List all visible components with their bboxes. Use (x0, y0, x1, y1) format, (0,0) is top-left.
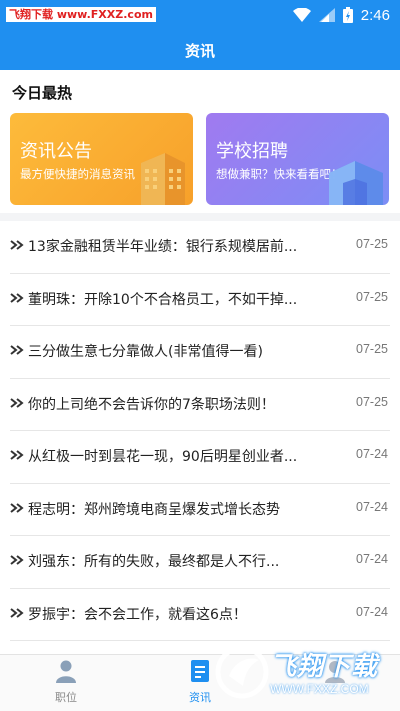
double-arrow-icon (10, 240, 24, 250)
watermark-logo-text: 飞翔下载 (270, 652, 379, 682)
double-arrow-icon (10, 345, 24, 355)
news-date: 07-24 (356, 604, 388, 619)
battery-icon (342, 7, 353, 23)
news-date: 07-24 (356, 499, 388, 514)
double-arrow-icon (10, 397, 24, 408)
news-title: 从红极一时到昙花一现，90后明星创业者... (28, 449, 298, 465)
news-date: 07-25 (356, 342, 388, 356)
list-item[interactable]: 从红极一时到昙花一现，90后明星创业者... 07-24 (10, 431, 390, 484)
news-title: 董明珠：开除10个不合格员工，不如干掉... (28, 291, 298, 308)
card-title: 资讯公告 (20, 141, 92, 162)
tab-jobs[interactable]: 职位 (36, 659, 96, 705)
double-arrow-icon (10, 502, 24, 513)
watermark-logo: 飞翔下载 WWW.FXXZ.COM (215, 638, 395, 708)
clock: 2:46 (360, 6, 390, 24)
list-item[interactable]: 13家金融租赁半年业绩：银行系规模居前... 07-25 (10, 221, 390, 274)
news-title: 程志明：郑州跨境电商呈爆发式增长态势 (28, 501, 280, 518)
tab-label: 职位 (55, 691, 77, 704)
signal-icon (318, 8, 335, 22)
news-date: 07-25 (356, 237, 388, 251)
news-announcement-card[interactable]: 资讯公告 最方便快捷的消息资讯 (10, 113, 193, 205)
office-building-icon (329, 161, 383, 205)
news-date: 07-24 (356, 447, 388, 461)
news-date: 07-24 (356, 552, 388, 566)
card-title: 学校招聘 (216, 141, 288, 162)
news-title: 13家金融租赁半年业绩：银行系规模居前... (28, 239, 298, 255)
list-item[interactable]: 刘强东：所有的失败，最终都是人不行... 07-24 (10, 536, 390, 589)
news-date: 07-25 (356, 289, 388, 304)
page-title: 资讯 (184, 41, 215, 60)
watermark-logo-url: WWW.FXXZ.COM (270, 682, 369, 696)
news-title: 你的上司绝不会告诉你的7条职场法则！ (28, 396, 275, 413)
section-title: 今日最热 (12, 84, 73, 102)
school-recruitment-card[interactable]: 学校招聘 想做兼职？快来看看吧！ (206, 113, 389, 205)
app-header: 资讯 (0, 30, 400, 70)
news-title: 罗振宇：会不会工作，就看这6点！ (28, 606, 247, 623)
news-list: 13家金融租赁半年业绩：银行系规模居前... 07-25 董明珠：开除10个不合… (0, 221, 400, 641)
wifi-icon (292, 8, 311, 22)
news-title: 三分做生意七分靠做人(非常值得一看) (28, 344, 263, 360)
double-arrow-icon (10, 450, 24, 460)
list-item[interactable]: 董明珠：开除10个不合格员工，不如干掉... 07-25 (10, 274, 390, 326)
list-item[interactable]: 你的上司绝不会告诉你的7条职场法则！ 07-25 (10, 379, 390, 431)
document-icon (191, 660, 209, 682)
list-item[interactable]: 三分做生意七分靠做人(非常值得一看) 07-25 (10, 326, 390, 379)
card-subtitle: 最方便快捷的消息资讯 (20, 167, 135, 181)
status-icons: 2:46 (292, 5, 390, 25)
logo-icon (215, 645, 269, 699)
double-arrow-icon (10, 555, 24, 565)
double-arrow-icon (10, 292, 24, 303)
list-item[interactable]: 罗振宇：会不会工作，就看这6点！ 07-24 (10, 589, 390, 641)
section-divider (0, 213, 400, 221)
person-icon (56, 660, 76, 683)
news-date: 07-25 (356, 394, 388, 409)
status-bar: 飞翔下载 www.FXXZ.com 2:46 (0, 0, 400, 30)
news-title: 刘强东：所有的失败，最终都是人不行... (28, 554, 280, 570)
watermark-text: 飞翔下载 www.FXXZ.com (6, 7, 156, 22)
double-arrow-icon (10, 607, 24, 618)
building-icon (141, 153, 185, 205)
list-item[interactable]: 程志明：郑州跨境电商呈爆发式增长态势 07-24 (10, 484, 390, 536)
